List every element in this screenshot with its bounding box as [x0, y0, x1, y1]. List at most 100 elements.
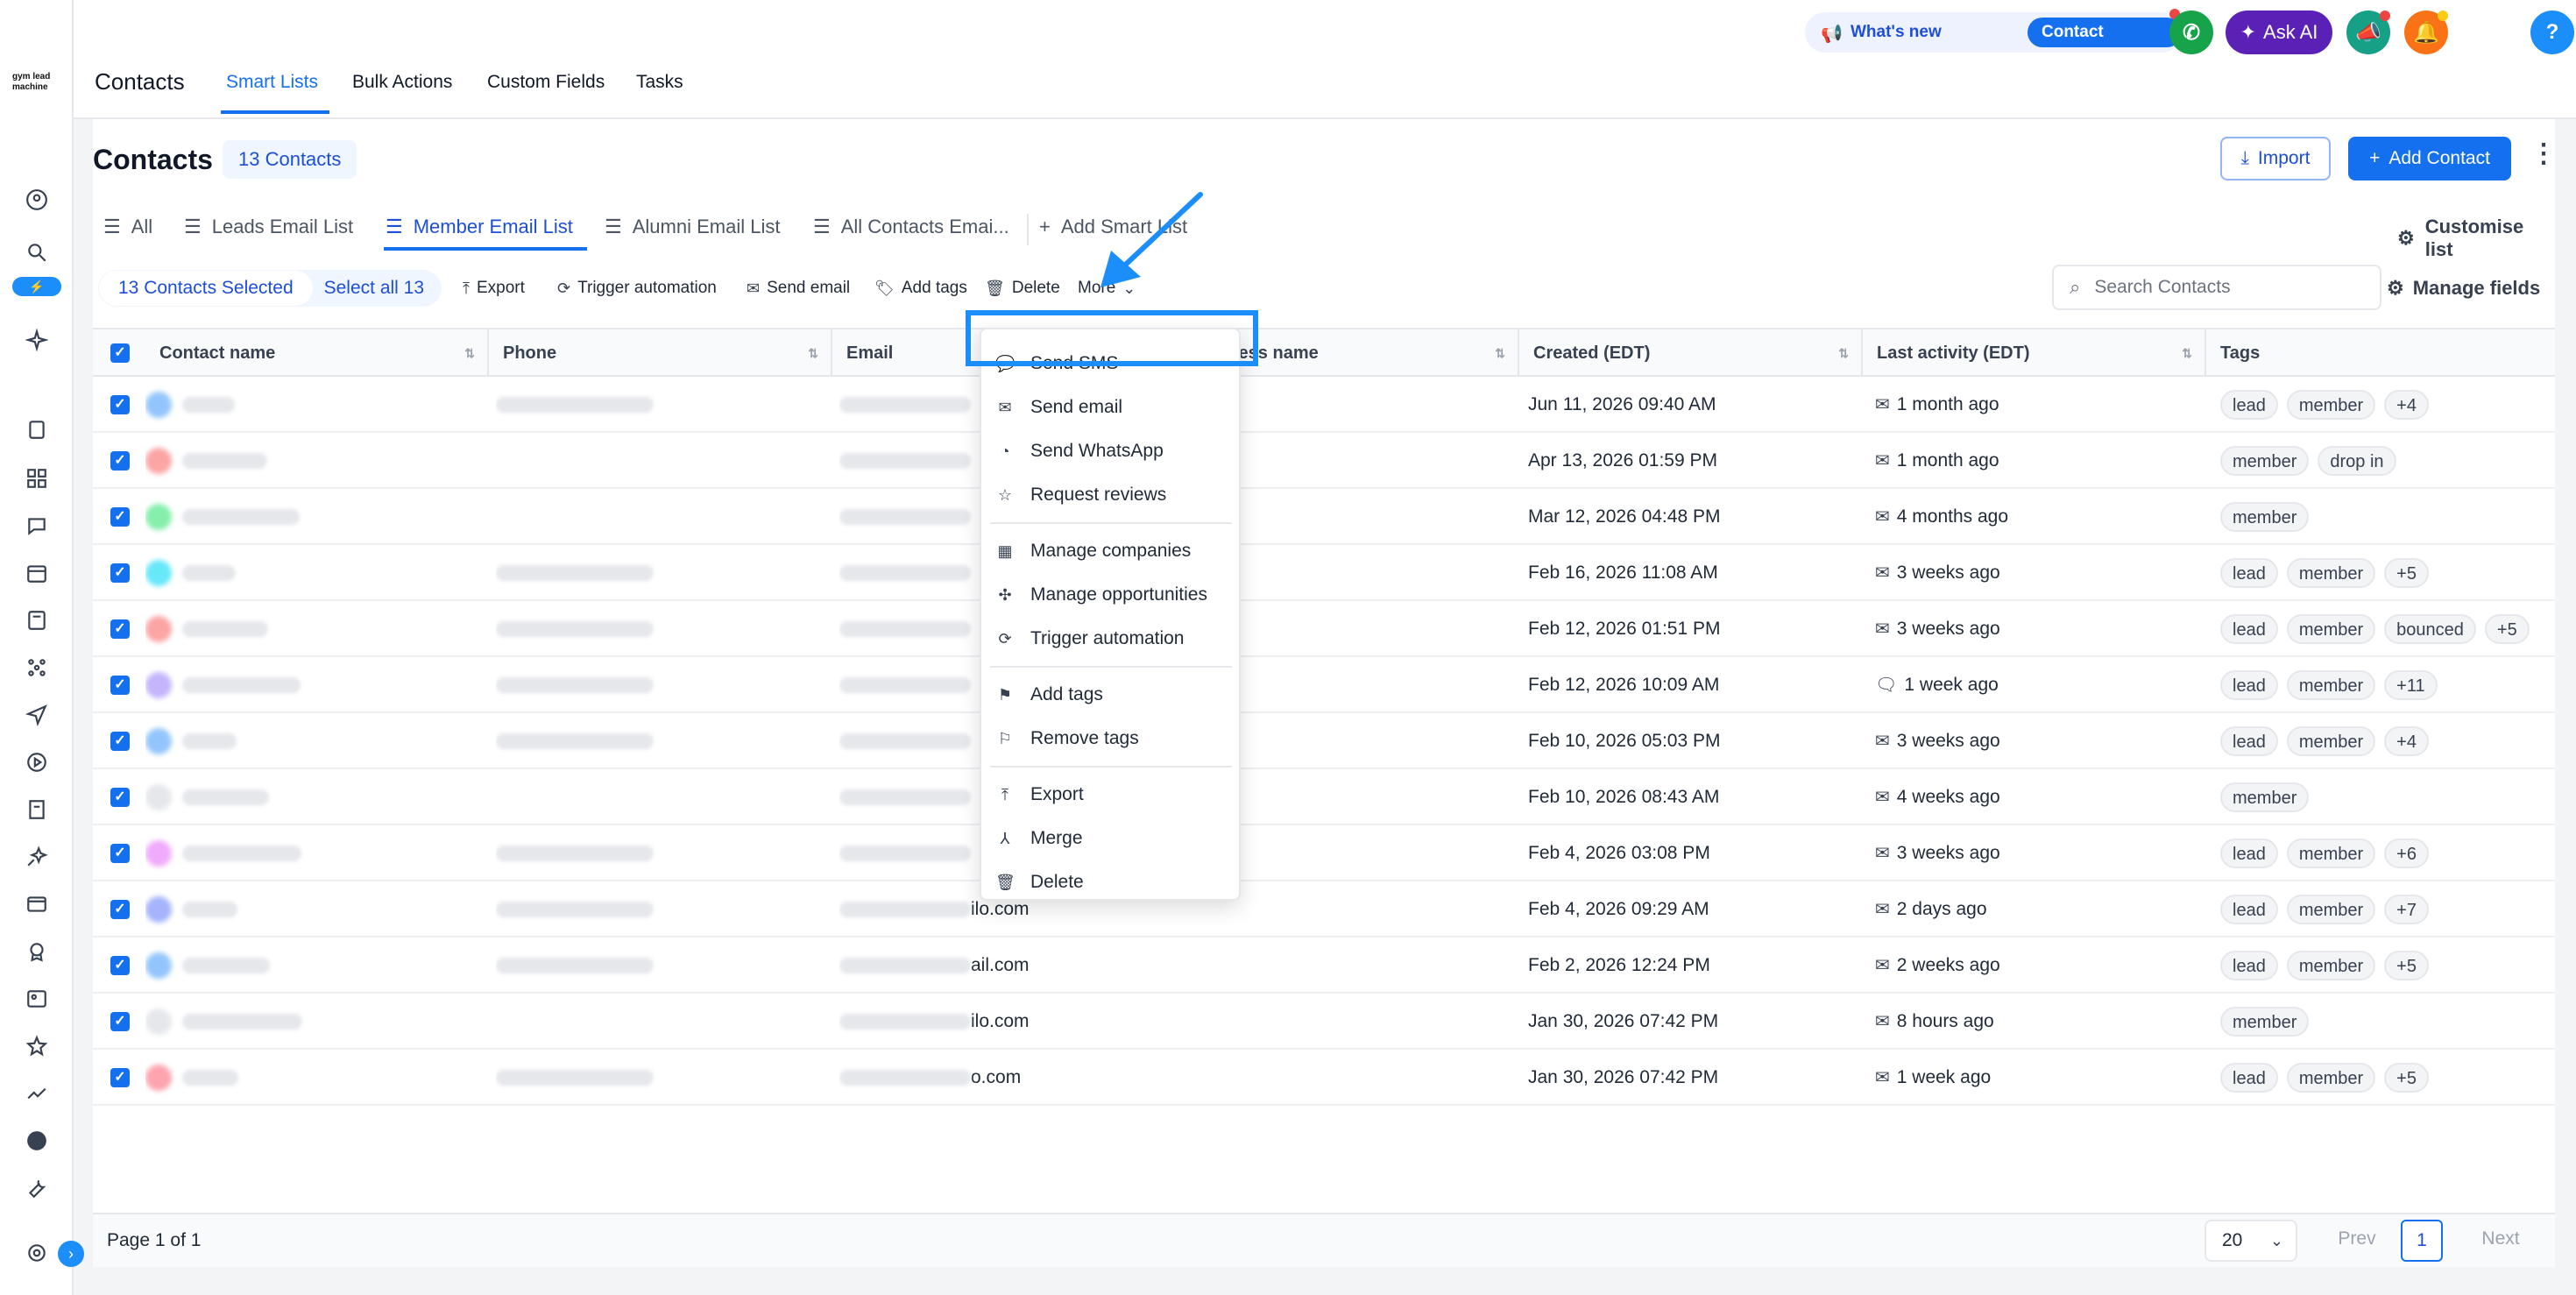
- bulk-delete-button[interactable]: 🗑 Delete: [985, 279, 1060, 298]
- tag-chip[interactable]: member: [2286, 1063, 2376, 1093]
- menu-item-manage-companies[interactable]: ▦ Manage companies: [981, 529, 1241, 573]
- smart-list-tab-all-contacts[interactable]: ☰ All Contacts Emai...: [813, 216, 1009, 238]
- contacts-book-icon[interactable]: [19, 603, 54, 638]
- sort-icon[interactable]: ⇅: [1838, 329, 1849, 377]
- tag-chip[interactable]: member: [2286, 558, 2376, 589]
- tag-chip[interactable]: lead: [2220, 839, 2278, 869]
- selected-count[interactable]: 13 Contacts Selected: [99, 271, 313, 306]
- tag-chip[interactable]: member: [2286, 390, 2376, 421]
- tag-chip[interactable]: lead: [2220, 895, 2278, 925]
- tag-chip[interactable]: member: [2220, 446, 2310, 477]
- sort-icon[interactable]: ⇅: [808, 329, 818, 377]
- ask-ai-button[interactable]: ✦ Ask AI: [2226, 11, 2332, 54]
- email-cell[interactable]: ilo.com: [839, 994, 1172, 1050]
- media-icon[interactable]: [19, 981, 54, 1016]
- row-checkbox[interactable]: ✓: [110, 900, 130, 919]
- tag-chip[interactable]: member: [2286, 839, 2376, 869]
- tag-chip[interactable]: lead: [2220, 670, 2278, 701]
- tab-smart-lists[interactable]: Smart Lists: [226, 72, 318, 93]
- row-checkbox[interactable]: ✓: [110, 1012, 130, 1031]
- tag-chip[interactable]: lead: [2220, 1063, 2278, 1093]
- menu-item-delete[interactable]: 🗑 Delete: [981, 860, 1241, 904]
- tag-chip[interactable]: +4: [2384, 726, 2429, 757]
- search-contacts-field[interactable]: ⌕: [2052, 265, 2381, 310]
- clipboard-icon[interactable]: [19, 412, 54, 447]
- send-icon[interactable]: [19, 697, 54, 732]
- per-page-select[interactable]: 20 ⌄: [2204, 1220, 2297, 1262]
- contact-name-cell[interactable]: [145, 713, 478, 769]
- whats-new-banner[interactable]: 📢 What's new Contact updates: [1805, 12, 2182, 71]
- sort-icon[interactable]: ⇅: [1495, 329, 1505, 377]
- contact-name-cell[interactable]: [145, 545, 478, 601]
- tag-chip[interactable]: member: [2286, 951, 2376, 981]
- table-row[interactable]: ✓ Jun 11, 2026 09:40 AM ✉ 1 month ago lead me…: [93, 377, 2555, 433]
- select-all-link[interactable]: Select all 13: [314, 278, 442, 299]
- tag-chip[interactable]: member: [2286, 726, 2376, 757]
- tag-chip[interactable]: +5: [2384, 1063, 2429, 1093]
- table-row[interactable]: ✓ Feb 10, 2026 05:03 PM ✉ 3 weeks ago lead me…: [93, 713, 2555, 769]
- contact-name-cell[interactable]: [145, 938, 478, 994]
- reputation-star-icon[interactable]: [19, 1029, 54, 1064]
- search-input[interactable]: [2094, 277, 2358, 298]
- tab-tasks[interactable]: Tasks: [636, 72, 683, 93]
- bulk-send-email-button[interactable]: ✉ Send email: [747, 279, 850, 298]
- contact-name-cell[interactable]: [145, 825, 478, 881]
- tab-bulk-actions[interactable]: Bulk Actions: [352, 72, 452, 93]
- menu-item-request-reviews[interactable]: ☆ Request reviews: [981, 473, 1241, 517]
- contact-name-cell[interactable]: [145, 769, 478, 825]
- account-icon[interactable]: [19, 182, 54, 217]
- bulk-add-tags-button[interactable]: 🏷 Add tags: [874, 279, 967, 298]
- smart-list-tab-alumni[interactable]: ☰ Alumni Email List: [605, 216, 780, 238]
- tag-chip[interactable]: +6: [2384, 839, 2429, 869]
- row-checkbox[interactable]: ✓: [110, 395, 130, 414]
- column-phone[interactable]: Phone ⇅: [489, 329, 832, 377]
- email-cell[interactable]: ail.com: [839, 938, 1172, 994]
- tag-chip[interactable]: member: [2220, 782, 2310, 813]
- row-checkbox[interactable]: ✓: [110, 507, 130, 527]
- contact-name-cell[interactable]: [145, 881, 478, 938]
- tag-chip[interactable]: +5: [2384, 558, 2429, 589]
- column-contact-name[interactable]: Contact name ⇅: [145, 329, 489, 377]
- menu-item-add-tags[interactable]: ⚑ Add tags: [981, 673, 1241, 717]
- prev-page-button[interactable]: Prev: [2311, 1220, 2403, 1262]
- sites-icon[interactable]: [19, 792, 54, 827]
- tag-chip[interactable]: lead: [2220, 390, 2278, 421]
- ai-sparkle-icon[interactable]: [19, 322, 54, 357]
- tag-chip[interactable]: +11: [2384, 670, 2438, 701]
- current-page-button[interactable]: 1: [2401, 1220, 2443, 1262]
- menu-item-send-email[interactable]: ✉ Send email: [981, 386, 1241, 429]
- conversations-icon[interactable]: [19, 508, 54, 543]
- payments-icon[interactable]: [19, 887, 54, 922]
- menu-item-merge[interactable]: ⅄ Merge: [981, 817, 1241, 860]
- tag-chip[interactable]: lead: [2220, 614, 2278, 645]
- contact-name-cell[interactable]: [145, 489, 478, 545]
- ai-agents-icon[interactable]: [19, 839, 54, 874]
- tag-chip[interactable]: member: [2220, 502, 2310, 533]
- tag-chip[interactable]: lead: [2220, 951, 2278, 981]
- table-row[interactable]: ✓ Feb 12, 2026 10:09 AM 🗨 1 week ago lead mem…: [93, 657, 2555, 713]
- next-page-button[interactable]: Next: [2455, 1220, 2546, 1262]
- table-row[interactable]: ✓ ail.com Feb 2, 2026 12:24 PM ✉ 2 weeks ago…: [93, 938, 2555, 994]
- tag-chip[interactable]: member: [2286, 895, 2376, 925]
- contact-name-cell[interactable]: [145, 377, 478, 433]
- menu-item-export[interactable]: ⤒ Export: [981, 773, 1241, 817]
- smart-list-tab-leads[interactable]: ☰ Leads Email List: [184, 216, 353, 238]
- table-row[interactable]: ✓ Feb 12, 2026 01:51 PM ✉ 3 weeks ago lead me…: [93, 601, 2555, 657]
- row-checkbox[interactable]: ✓: [110, 451, 130, 471]
- table-row[interactable]: ✓ o.com Jan 30, 2026 07:42 PM ✉ 1 week ago le…: [93, 1050, 2555, 1106]
- customise-list-button[interactable]: ⚙ Customise list: [2397, 216, 2555, 261]
- search-icon[interactable]: [19, 235, 54, 270]
- contact-updates-badge[interactable]: Contact updates: [2028, 18, 2182, 71]
- row-checkbox[interactable]: ✓: [110, 956, 130, 975]
- row-checkbox[interactable]: ✓: [110, 844, 130, 863]
- marketplace-palette-icon[interactable]: [19, 1123, 54, 1158]
- memberships-icon[interactable]: [19, 934, 54, 969]
- smart-list-tab-member[interactable]: ☰ Member Email List: [386, 216, 573, 238]
- company-logo[interactable]: gym lead machine: [11, 68, 63, 100]
- tag-chip[interactable]: lead: [2220, 558, 2278, 589]
- sort-icon[interactable]: ⇅: [2182, 329, 2192, 377]
- expand-sidebar-icon[interactable]: ›: [58, 1241, 84, 1267]
- wrench-icon[interactable]: [19, 1171, 54, 1206]
- quick-action-icon[interactable]: ⚡: [12, 277, 61, 296]
- add-contact-button[interactable]: + Add Contact: [2348, 137, 2511, 180]
